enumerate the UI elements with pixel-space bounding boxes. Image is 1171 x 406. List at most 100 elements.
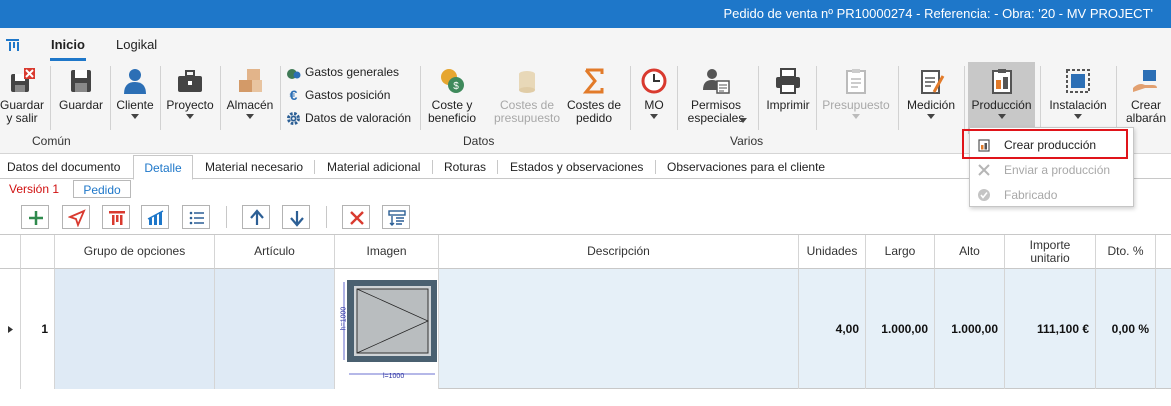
cost-profit-label: Coste y beneficio	[427, 98, 477, 125]
cell-grupo-opciones[interactable]	[55, 269, 215, 389]
header-largo[interactable]: Largo	[866, 235, 935, 269]
cell-dto[interactable]: 0,00 %	[1096, 269, 1156, 389]
cell-unidades[interactable]: 4,00	[799, 269, 866, 389]
menu-item-enviar-produccion[interactable]: Enviar a producción	[970, 158, 1133, 182]
measurement-button[interactable]: Medición	[902, 62, 960, 134]
ribbon-separator	[630, 66, 631, 130]
move-up-button[interactable]	[242, 205, 270, 229]
tools-icon	[978, 164, 990, 176]
header-articulo[interactable]: Artículo	[215, 235, 335, 269]
chart-button[interactable]	[141, 205, 169, 229]
list-button[interactable]	[182, 205, 210, 229]
create-delivery-note-button[interactable]: Crear albarán	[1120, 62, 1171, 134]
valuation-data-label: Datos de valoración	[305, 111, 412, 125]
cell-alto[interactable]: 1.000,00	[935, 269, 1005, 389]
order-costs-button[interactable]: Costes de pedido	[564, 62, 624, 134]
chevron-down-icon	[997, 114, 1006, 119]
production-button[interactable]: Producción	[968, 62, 1035, 134]
tab-separator	[432, 160, 433, 174]
valuation-data-button[interactable]: Datos de valoración	[286, 111, 411, 131]
cell-articulo[interactable]	[215, 269, 335, 389]
toolbar-separator	[326, 206, 327, 228]
chevron-down-icon	[650, 114, 658, 119]
header-alto[interactable]: Alto	[935, 235, 1005, 269]
header-grupo-opciones[interactable]: Grupo de opciones	[55, 235, 215, 269]
labor-label: MO	[644, 98, 664, 112]
header-dto[interactable]: Dto. %	[1096, 235, 1156, 269]
menu-item-fabricado-label: Fabricado	[1004, 188, 1058, 202]
gear-icon	[287, 112, 300, 126]
tab-separator	[497, 160, 498, 174]
coin-stack-icon	[519, 71, 535, 93]
cell-largo[interactable]: 1.000,00	[866, 269, 935, 389]
quote-button[interactable]: Presupuesto	[820, 62, 892, 134]
project-button[interactable]: Proyecto	[163, 62, 217, 134]
position-expenses-button[interactable]: € Gastos posición	[286, 87, 391, 108]
cost-profit-button[interactable]: $ Coste y beneficio	[424, 62, 480, 134]
title-bar: Pedido de venta nº PR10000274 - Referenc…	[0, 0, 1171, 28]
cell-importe-unitario[interactable]: 111,100 €	[1005, 269, 1096, 389]
chevron-down-icon	[1074, 114, 1082, 119]
boxes-icon	[239, 69, 262, 92]
row-selector[interactable]	[0, 269, 21, 389]
tab-logikal[interactable]: Logikal	[116, 37, 157, 52]
bar-chart-icon	[147, 210, 164, 225]
printer-icon	[776, 68, 800, 94]
client-label: Cliente	[116, 98, 154, 112]
client-button[interactable]: Cliente	[113, 62, 157, 134]
cell-imagen[interactable]: h=1000 l=1000	[335, 269, 439, 389]
warehouse-button[interactable]: Almacén	[223, 62, 277, 134]
print-button[interactable]: Imprimir	[762, 62, 814, 134]
add-row-button[interactable]	[21, 205, 49, 229]
ribbon-separator	[898, 66, 899, 130]
budget-costs-button[interactable]: Costes de presupuesto	[492, 62, 562, 134]
pedido-tab[interactable]: Pedido	[73, 180, 131, 198]
app-menu-icon[interactable]	[6, 38, 20, 52]
tab-material-adicional[interactable]: Material adicional	[327, 155, 420, 179]
chevron-down-icon	[246, 114, 254, 119]
group-label-datos: Datos	[463, 134, 495, 148]
svg-text:$: $	[453, 81, 459, 92]
ribbon-separator	[50, 66, 51, 130]
logikal-button[interactable]	[102, 205, 130, 229]
ribbon-separator	[758, 66, 759, 130]
save-button[interactable]: Guardar	[56, 62, 106, 134]
header-importe-unitario[interactable]: Importe unitario	[1005, 235, 1096, 269]
sort-button[interactable]	[382, 205, 410, 229]
tab-observaciones-cliente[interactable]: Observaciones para el cliente	[667, 155, 825, 179]
ribbon-separator	[816, 66, 817, 130]
measurement-label: Medición	[906, 98, 956, 112]
save-and-exit-button[interactable]: Guardar y salir	[0, 62, 46, 134]
tab-datos-documento[interactable]: Datos del documento	[7, 155, 120, 179]
tab-roturas[interactable]: Roturas	[444, 155, 486, 179]
labor-button[interactable]: MO	[634, 62, 674, 134]
tab-detalle[interactable]: Detalle	[133, 155, 193, 180]
window-drawing-image	[343, 280, 437, 375]
menu-item-fabricado[interactable]: Fabricado	[970, 183, 1133, 207]
check-circle-icon	[978, 189, 990, 201]
tab-estados-observaciones[interactable]: Estados y observaciones	[510, 155, 643, 179]
tab-inicio[interactable]: Inicio	[50, 37, 86, 61]
cell-descripcion[interactable]	[439, 269, 799, 389]
image-width-label: l=1000	[383, 373, 405, 380]
delete-row-button[interactable]	[342, 205, 370, 229]
installation-button[interactable]: Instalación	[1044, 62, 1112, 134]
save-label: Guardar	[58, 98, 104, 112]
special-permissions-button[interactable]: Permisos especiales	[680, 62, 752, 134]
general-expenses-button[interactable]: Gastos generales	[286, 65, 399, 85]
header-row-indicator	[0, 235, 21, 269]
version-tab[interactable]: Versión 1	[9, 182, 59, 196]
header-imagen[interactable]: Imagen	[335, 235, 439, 269]
move-down-button[interactable]	[282, 205, 310, 229]
ribbon-separator	[220, 66, 221, 130]
euro-icon: €	[289, 87, 298, 104]
header-extra	[1156, 235, 1171, 269]
send-button[interactable]	[62, 205, 90, 229]
ribbon-separator	[110, 66, 111, 130]
header-unidades[interactable]: Unidades	[799, 235, 866, 269]
clock-icon	[641, 68, 667, 94]
header-descripcion[interactable]: Descripción	[439, 235, 799, 269]
tab-separator	[655, 160, 656, 174]
highlight-box	[962, 129, 1128, 159]
tab-material-necesario[interactable]: Material necesario	[205, 155, 303, 179]
